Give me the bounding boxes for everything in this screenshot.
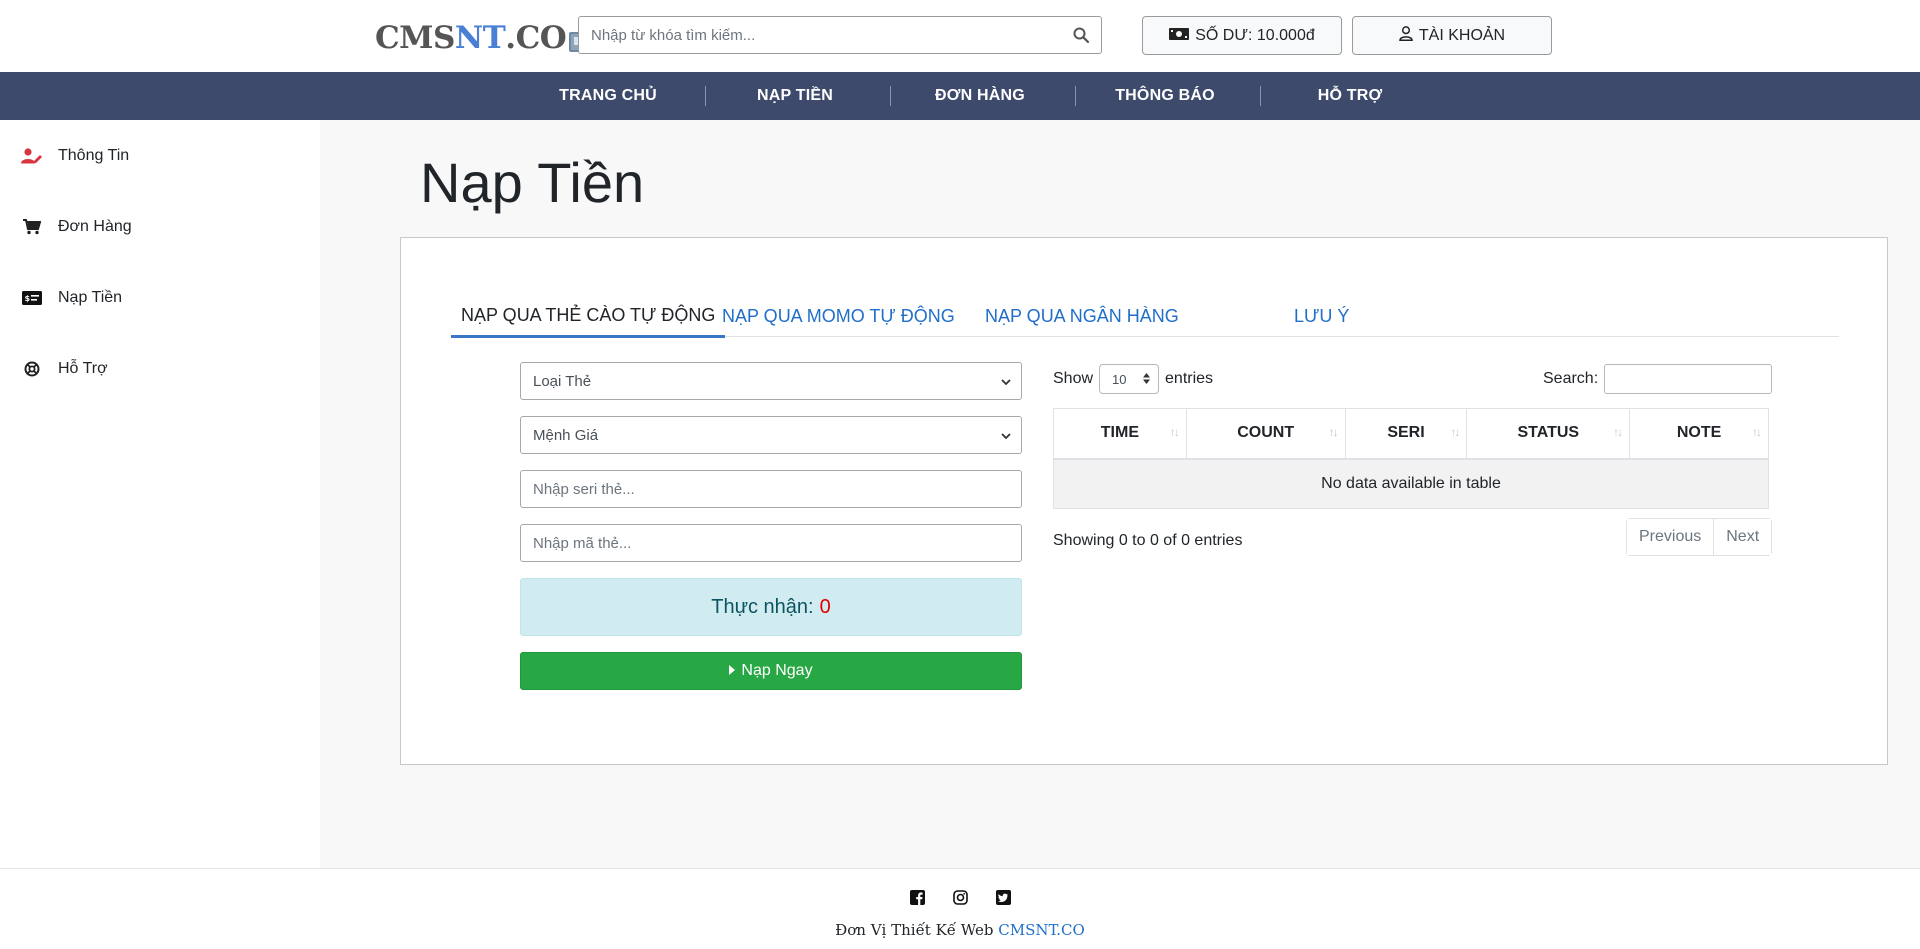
tab-note[interactable]: LƯU Ý <box>1294 295 1349 337</box>
nav-item-deposit[interactable]: NẠP TIỀN <box>705 72 885 120</box>
money-card-icon: $ <box>20 288 44 308</box>
facebook-icon[interactable] <box>909 889 925 905</box>
main-nav: TRANG CHỦ NẠP TIỀN ĐƠN HÀNG THÔNG BÁO HỖ… <box>0 72 1920 120</box>
sidebar-item-info[interactable]: Thông Tin <box>20 141 129 171</box>
nav-item-orders[interactable]: ĐƠN HÀNG <box>890 72 1070 120</box>
previous-page-button[interactable]: Previous <box>1627 519 1714 555</box>
denomination-value: Mệnh Giá <box>533 426 599 444</box>
sort-icon: ↑↓ <box>1752 425 1762 439</box>
footer-credit: Đơn Vị Thiết Kế Web CMSNT.CO <box>0 921 1920 939</box>
empty-table-message: No data available in table <box>1053 458 1769 509</box>
card-serial-input[interactable] <box>520 470 1022 508</box>
chevron-down-icon <box>1001 427 1011 444</box>
footer-credit-text: Đơn Vị Thiết Kế Web <box>835 921 994 939</box>
receive-amount-box: Thực nhận: 0 <box>520 578 1022 636</box>
sidebar: Thông Tin Đơn Hàng $ Nạp Tiền Hỗ Trợ <box>0 120 320 869</box>
sidebar-item-label: Hỗ Trợ <box>58 360 108 377</box>
column-header-note[interactable]: NOTE ↑↓ <box>1629 408 1769 460</box>
entries-per-page-value: 10 <box>1112 371 1127 387</box>
user-icon <box>1399 25 1413 46</box>
column-header-time[interactable]: TIME ↑↓ <box>1053 408 1187 460</box>
sidebar-item-deposit[interactable]: $ Nạp Tiền <box>20 283 122 313</box>
show-label: Show <box>1053 370 1094 387</box>
search-bar <box>578 16 1102 54</box>
receive-label: Thực nhận: <box>711 595 814 618</box>
table-pagination: Previous Next <box>1626 518 1773 556</box>
balance-button[interactable]: SỐ DƯ: 10.000đ <box>1142 16 1342 55</box>
user-edit-icon <box>20 146 44 166</box>
table-info: Showing 0 to 0 of 0 entries <box>1053 532 1243 549</box>
sort-updown-icon <box>1143 372 1151 387</box>
cart-icon <box>20 217 44 237</box>
tab-momo-auto[interactable]: NẠP QUA MOMO TỰ ĐỘNG <box>722 295 955 337</box>
table-search: Search: <box>1543 364 1773 394</box>
nav-item-support[interactable]: HỖ TRỢ <box>1260 72 1440 120</box>
table-header-row: TIME ↑↓ COUNT ↑↓ SERI ↑↓ STATUS ↑↓ NOTE ↑↓ <box>1053 408 1769 460</box>
deposit-tabs: NẠP QUA THẺ CÀO TỰ ĐỘNG NẠP QUA MOMO TỰ … <box>451 295 1839 338</box>
sidebar-item-support[interactable]: Hỗ Trợ <box>20 354 108 384</box>
top-header: CMSNT.CO SỐ DƯ: 10.000đ TÀI KHOẢN <box>0 0 1920 72</box>
history-table: TIME ↑↓ COUNT ↑↓ SERI ↑↓ STATUS ↑↓ NOTE ↑↓ No… <box>1053 408 1769 509</box>
card-type-value: Loại Thẻ <box>533 372 592 390</box>
column-header-label: NOTE <box>1676 424 1722 442</box>
entries-label: entries <box>1165 370 1214 387</box>
table-length-control: Show 10 entries <box>1053 364 1213 394</box>
site-logo[interactable]: CMS NT .CO <box>375 18 592 58</box>
balance-label: SỐ DƯ: 10.000đ <box>1195 26 1315 44</box>
instagram-icon[interactable] <box>952 889 968 905</box>
card-pin-input[interactable] <box>520 524 1022 562</box>
sidebar-item-label: Thông Tin <box>58 147 130 164</box>
tab-bank[interactable]: NẠP QUA NGÂN HÀNG <box>985 295 1179 337</box>
sort-icon: ↑↓ <box>1613 425 1623 439</box>
table-row: No data available in table <box>1053 458 1769 509</box>
table-search-label: Search: <box>1543 370 1599 387</box>
logo-text-part3: .CO <box>505 20 567 56</box>
column-header-seri[interactable]: SERI ↑↓ <box>1344 408 1467 460</box>
footer: Đơn Vị Thiết Kế Web CMSNT.CO <box>0 868 1920 949</box>
logo-text-part1: CMS <box>375 20 455 56</box>
deposit-now-button[interactable]: Nạp Ngay <box>520 652 1022 690</box>
sort-icon: ↑↓ <box>1450 425 1460 439</box>
sidebar-item-orders[interactable]: Đơn Hàng <box>20 212 132 242</box>
footer-credit-link[interactable]: CMSNT.CO <box>998 921 1085 939</box>
denomination-select[interactable]: Mệnh Giá <box>520 416 1022 454</box>
column-header-count[interactable]: COUNT ↑↓ <box>1185 408 1346 460</box>
table-search-input[interactable] <box>1604 364 1773 394</box>
page-title: Nạp Tiền <box>420 151 645 214</box>
caret-right-icon <box>729 662 736 680</box>
search-icon[interactable] <box>1061 17 1101 53</box>
chevron-down-icon <box>1001 373 1011 390</box>
logo-text-part2: NT <box>454 20 506 56</box>
entries-per-page-select[interactable]: 10 <box>1099 364 1160 394</box>
next-page-button[interactable]: Next <box>1713 519 1772 555</box>
sidebar-item-label: Nạp Tiền <box>58 289 123 306</box>
column-header-label: STATUS <box>1517 424 1580 442</box>
account-label: TÀI KHOẢN <box>1418 26 1506 44</box>
nav-item-home[interactable]: TRANG CHỦ <box>518 72 698 120</box>
column-header-label: COUNT <box>1237 424 1295 442</box>
twitter-icon[interactable] <box>995 889 1011 905</box>
sort-icon: ↑↓ <box>1169 425 1180 439</box>
column-header-label: TIME <box>1100 424 1139 442</box>
sidebar-item-label: Đơn Hàng <box>58 218 132 235</box>
deposit-card: NẠP QUA THẺ CÀO TỰ ĐỘNG NẠP QUA MOMO TỰ … <box>400 237 1888 765</box>
account-button[interactable]: TÀI KHOẢN <box>1352 16 1552 55</box>
sort-icon: ↑↓ <box>1328 425 1339 439</box>
card-type-select[interactable]: Loại Thẻ <box>520 362 1022 400</box>
deposit-now-label: Nạp Ngay <box>741 662 813 679</box>
search-input[interactable] <box>579 17 1061 53</box>
column-header-status[interactable]: STATUS ↑↓ <box>1466 408 1630 460</box>
svg-text:$: $ <box>25 294 31 303</box>
nav-item-notifications[interactable]: THÔNG BÁO <box>1075 72 1255 120</box>
lifebuoy-icon <box>20 359 44 379</box>
column-header-label: SERI <box>1387 424 1425 442</box>
money-bill-icon <box>1169 27 1190 45</box>
receive-value: 0 <box>819 595 831 618</box>
tab-card-auto[interactable]: NẠP QUA THẺ CÀO TỰ ĐỘNG <box>451 295 726 338</box>
